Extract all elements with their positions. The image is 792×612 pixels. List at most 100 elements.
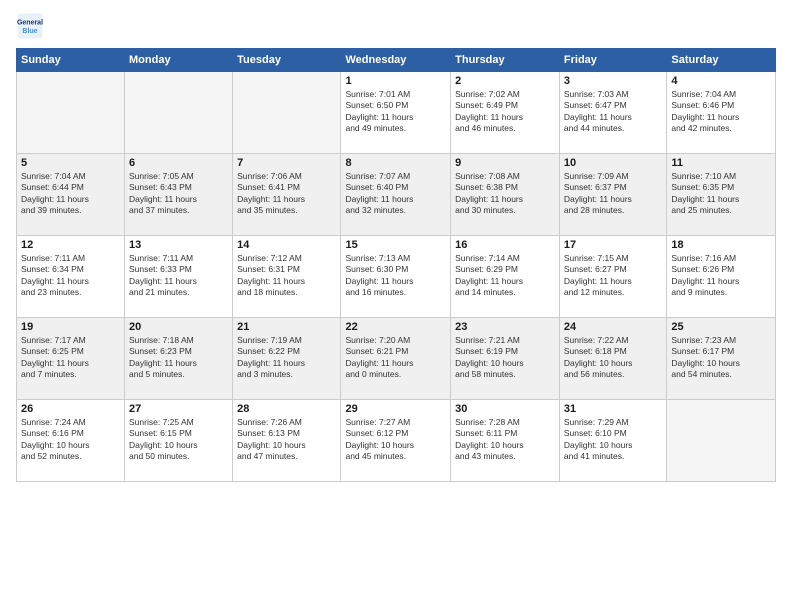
svg-text:General: General	[17, 19, 43, 26]
calendar-day: 9Sunrise: 7:08 AM Sunset: 6:38 PM Daylig…	[451, 154, 560, 236]
day-info: Sunrise: 7:19 AM Sunset: 6:22 PM Dayligh…	[237, 335, 336, 381]
day-number: 19	[21, 321, 120, 333]
calendar-day: 4 Sunrise: 7:04 AM Sunset: 6:46 PM Daylig…	[667, 72, 776, 154]
calendar-day: 15 Sunrise: 7:13 AM Sunset: 6:30 PM Dayli…	[341, 236, 451, 318]
day-number: 20	[129, 321, 228, 333]
calendar-day: 2Sunrise: 7:02 AM Sunset: 6:49 PM Daylig…	[451, 72, 560, 154]
day-number: 13	[129, 239, 228, 251]
day-info: Sunrise: 7:09 AM Sunset: 6:37 PM Dayligh…	[564, 171, 662, 217]
day-info: Sunrise: 7:16 AM Sunset: 6:26 PM Dayligh…	[671, 253, 771, 299]
day-number: 4	[671, 75, 771, 87]
calendar-day: 5 Sunrise: 7:04 AM Sunset: 6:44 PM Daylig…	[17, 154, 125, 236]
calendar-week-5: 26 Sunrise: 7:24 AM Sunset: 6:16 PM Dayli…	[17, 400, 776, 482]
day-info: Sunrise: 7:01 AM Sunset: 6:50 PM Dayligh…	[345, 89, 446, 135]
day-number: 2	[455, 75, 555, 87]
day-info: Sunrise: 7:04 AM Sunset: 6:44 PM Dayligh…	[21, 171, 120, 217]
calendar-day: 27 Sunrise: 7:25 AM Sunset: 6:15 PM Dayli…	[125, 400, 233, 482]
day-number: 26	[21, 403, 120, 415]
day-number: 29	[345, 403, 446, 415]
day-number: 8	[345, 157, 446, 169]
svg-text:Blue: Blue	[22, 28, 37, 35]
calendar-week-1: 1 Sunrise: 7:01 AM Sunset: 6:50 PM Daylig…	[17, 72, 776, 154]
day-info: Sunrise: 7:17 AM Sunset: 6:25 PM Dayligh…	[21, 335, 120, 381]
day-info: Sunrise: 7:23 AM Sunset: 6:17 PM Dayligh…	[671, 335, 771, 381]
day-info: Sunrise: 7:11 AM Sunset: 6:34 PM Dayligh…	[21, 253, 120, 299]
day-info: Sunrise: 7:21 AM Sunset: 6:19 PM Dayligh…	[455, 335, 555, 381]
day-number: 1	[345, 75, 446, 87]
day-info: Sunrise: 7:04 AM Sunset: 6:46 PM Dayligh…	[671, 89, 771, 135]
calendar-day: 10Sunrise: 7:09 AM Sunset: 6:37 PM Dayli…	[559, 154, 666, 236]
day-info: Sunrise: 7:29 AM Sunset: 6:10 PM Dayligh…	[564, 417, 662, 463]
calendar-day: 3 Sunrise: 7:03 AM Sunset: 6:47 PM Daylig…	[559, 72, 666, 154]
day-number: 17	[564, 239, 662, 251]
calendar-day: 23 Sunrise: 7:21 AM Sunset: 6:19 PM Dayli…	[451, 318, 560, 400]
calendar-day: 22Sunrise: 7:20 AM Sunset: 6:21 PM Dayli…	[341, 318, 451, 400]
calendar-day: 11 Sunrise: 7:10 AM Sunset: 6:35 PM Dayli…	[667, 154, 776, 236]
calendar-day: 16Sunrise: 7:14 AM Sunset: 6:29 PM Dayli…	[451, 236, 560, 318]
day-number: 24	[564, 321, 662, 333]
day-info: Sunrise: 7:28 AM Sunset: 6:11 PM Dayligh…	[455, 417, 555, 463]
calendar-day: 21 Sunrise: 7:19 AM Sunset: 6:22 PM Dayli…	[233, 318, 341, 400]
day-info: Sunrise: 7:26 AM Sunset: 6:13 PM Dayligh…	[237, 417, 336, 463]
day-number: 9	[455, 157, 555, 169]
day-number: 27	[129, 403, 228, 415]
day-header-friday: Friday	[559, 49, 666, 72]
day-number: 31	[564, 403, 662, 415]
calendar-day: 14 Sunrise: 7:12 AM Sunset: 6:31 PM Dayli…	[233, 236, 341, 318]
day-number: 12	[21, 239, 120, 251]
day-info: Sunrise: 7:15 AM Sunset: 6:27 PM Dayligh…	[564, 253, 662, 299]
calendar-week-2: 5 Sunrise: 7:04 AM Sunset: 6:44 PM Daylig…	[17, 154, 776, 236]
calendar-day: 1 Sunrise: 7:01 AM Sunset: 6:50 PM Daylig…	[341, 72, 451, 154]
calendar-day: 20Sunrise: 7:18 AM Sunset: 6:23 PM Dayli…	[125, 318, 233, 400]
calendar-day: 8Sunrise: 7:07 AM Sunset: 6:40 PM Daylig…	[341, 154, 451, 236]
calendar-day: 19 Sunrise: 7:17 AM Sunset: 6:25 PM Dayli…	[17, 318, 125, 400]
calendar-day: 7Sunrise: 7:06 AM Sunset: 6:41 PM Daylig…	[233, 154, 341, 236]
day-info: Sunrise: 7:12 AM Sunset: 6:31 PM Dayligh…	[237, 253, 336, 299]
calendar-table: SundayMondayTuesdayWednesdayThursdayFrid…	[16, 48, 776, 482]
header: General Blue	[16, 12, 776, 40]
day-header-sunday: Sunday	[17, 49, 125, 72]
day-number: 11	[671, 157, 771, 169]
calendar-day: 25Sunrise: 7:23 AM Sunset: 6:17 PM Dayli…	[667, 318, 776, 400]
day-info: Sunrise: 7:03 AM Sunset: 6:47 PM Dayligh…	[564, 89, 662, 135]
day-header-wednesday: Wednesday	[341, 49, 451, 72]
calendar-day: 26 Sunrise: 7:24 AM Sunset: 6:16 PM Dayli…	[17, 400, 125, 482]
day-number: 15	[345, 239, 446, 251]
day-number: 30	[455, 403, 555, 415]
calendar-day: 6Sunrise: 7:05 AM Sunset: 6:43 PM Daylig…	[125, 154, 233, 236]
calendar-day: 13 Sunrise: 7:11 AM Sunset: 6:33 PM Dayli…	[125, 236, 233, 318]
logo: General Blue	[16, 12, 44, 40]
day-header-monday: Monday	[125, 49, 233, 72]
day-info: Sunrise: 7:25 AM Sunset: 6:15 PM Dayligh…	[129, 417, 228, 463]
day-number: 28	[237, 403, 336, 415]
day-header-tuesday: Tuesday	[233, 49, 341, 72]
day-info: Sunrise: 7:05 AM Sunset: 6:43 PM Dayligh…	[129, 171, 228, 217]
calendar-day: 17 Sunrise: 7:15 AM Sunset: 6:27 PM Dayli…	[559, 236, 666, 318]
day-info: Sunrise: 7:13 AM Sunset: 6:30 PM Dayligh…	[345, 253, 446, 299]
calendar-day	[17, 72, 125, 154]
day-number: 18	[671, 239, 771, 251]
day-info: Sunrise: 7:24 AM Sunset: 6:16 PM Dayligh…	[21, 417, 120, 463]
calendar-day: 18 Sunrise: 7:16 AM Sunset: 6:26 PM Dayli…	[667, 236, 776, 318]
day-number: 5	[21, 157, 120, 169]
day-info: Sunrise: 7:11 AM Sunset: 6:33 PM Dayligh…	[129, 253, 228, 299]
day-info: Sunrise: 7:10 AM Sunset: 6:35 PM Dayligh…	[671, 171, 771, 217]
day-number: 14	[237, 239, 336, 251]
calendar-week-3: 12 Sunrise: 7:11 AM Sunset: 6:34 PM Dayli…	[17, 236, 776, 318]
calendar-day: 12 Sunrise: 7:11 AM Sunset: 6:34 PM Dayli…	[17, 236, 125, 318]
calendar-day: 24 Sunrise: 7:22 AM Sunset: 6:18 PM Dayli…	[559, 318, 666, 400]
day-number: 3	[564, 75, 662, 87]
day-info: Sunrise: 7:27 AM Sunset: 6:12 PM Dayligh…	[345, 417, 446, 463]
calendar-header-row: SundayMondayTuesdayWednesdayThursdayFrid…	[17, 49, 776, 72]
calendar-day: 30 Sunrise: 7:28 AM Sunset: 6:11 PM Dayli…	[451, 400, 560, 482]
day-info: Sunrise: 7:20 AM Sunset: 6:21 PM Dayligh…	[345, 335, 446, 381]
day-number: 16	[455, 239, 555, 251]
calendar-day: 29 Sunrise: 7:27 AM Sunset: 6:12 PM Dayli…	[341, 400, 451, 482]
day-info: Sunrise: 7:22 AM Sunset: 6:18 PM Dayligh…	[564, 335, 662, 381]
calendar-day: 31 Sunrise: 7:29 AM Sunset: 6:10 PM Dayli…	[559, 400, 666, 482]
calendar-day: 28 Sunrise: 7:26 AM Sunset: 6:13 PM Dayli…	[233, 400, 341, 482]
page-container: General Blue SundayMondayTuesdayWednesda…	[0, 0, 792, 490]
day-number: 21	[237, 321, 336, 333]
day-number: 23	[455, 321, 555, 333]
calendar-day	[233, 72, 341, 154]
